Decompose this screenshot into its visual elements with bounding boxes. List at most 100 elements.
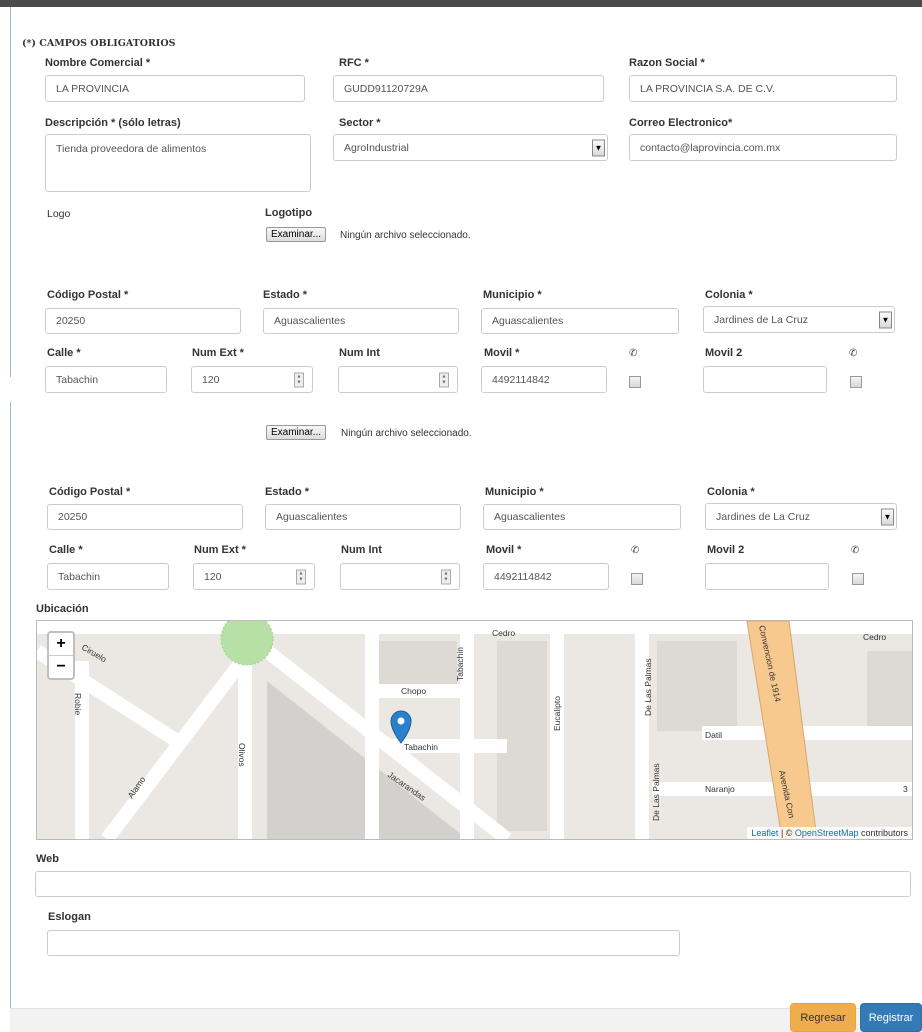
file-status-text: Ningún archivo seleccionado. [341,428,472,439]
map-zoom-control: + − [47,631,75,680]
sector-select[interactable]: AgroIndustrial ▼ [333,134,608,161]
stepper-arrows-icon[interactable]: ▲ ▼ [294,372,304,387]
required-note: (*) CAMPOS OBLIGATORIOS [22,38,176,49]
num-ext-label: Num Ext * [192,347,244,359]
num-int-label: Num Int [341,544,382,556]
colonia-select[interactable]: Jardines de La Cruz ▼ [703,306,895,333]
nombre-comercial-label: Nombre Comercial * [45,57,151,69]
num-ext-label: Num Ext * [194,544,246,556]
street-label: 3 [903,784,908,794]
whatsapp-icon: ✆ [629,348,638,359]
eslogan-input[interactable] [47,930,680,956]
map-tiles: Cedro Cedro Ciruelo Robie Chopo Tabachin… [37,621,912,839]
municipio-input[interactable]: Aguascalientes [483,504,681,530]
street-label: Datil [705,730,722,740]
descripcion-textarea[interactable]: Tienda proveedora de alimentos [45,134,311,192]
movil2-whatsapp-checkbox[interactable] [852,573,864,585]
correo-input[interactable]: contacto@laprovincia.com.mx [629,134,897,161]
num-int-stepper[interactable]: ▲ ▼ [338,366,458,393]
municipio-label: Municipio * [485,486,544,498]
zoom-out-button[interactable]: − [49,656,73,678]
estado-input[interactable]: Aguascalientes [263,308,459,334]
eslogan-label: Eslogan [48,911,91,923]
codigo-postal-input[interactable]: 20250 [47,504,243,530]
movil-whatsapp-checkbox[interactable] [631,573,643,585]
file-browse-button[interactable]: Examinar... [266,425,327,440]
ubicacion-label: Ubicación [36,603,89,615]
stepper-arrows-icon[interactable]: ▲ ▼ [439,372,449,387]
colonia-select[interactable]: Jardines de La Cruz ▼ [705,503,897,530]
calle-label: Calle * [49,544,83,556]
web-input[interactable] [35,871,911,897]
calle-input[interactable]: Tabachin [47,563,169,590]
whatsapp-icon: ✆ [631,545,640,556]
num-int-stepper[interactable]: ▲ ▼ [340,563,460,590]
leaflet-link[interactable]: Leaflet [751,828,778,838]
codigo-postal-label: Código Postal * [47,289,129,301]
file-status-text: Ningún archivo seleccionado. [340,230,471,241]
street-label: Eucalipto [552,696,562,731]
codigo-postal-label: Código Postal * [49,486,131,498]
movil2-label: Movil 2 [707,544,745,556]
map-attribution: Leaflet | © OpenStreetMap contributors [747,827,912,839]
street-label: Cedro [492,628,515,638]
street-label: Chopo [401,686,426,696]
form-footer [10,1008,922,1032]
sector-select-value: AgroIndustrial [344,141,409,154]
screenshot-seam [0,393,922,402]
colonia-select-value: Jardines de La Cruz [716,510,810,523]
street-label: De Las Palmas [643,658,653,716]
num-ext-value: 120 [202,373,220,386]
movil2-input[interactable] [705,563,829,590]
street-label: De Las Palmas [651,763,661,821]
rfc-input[interactable]: GUDD91120729A [333,75,604,102]
movil-input[interactable]: 4492114842 [481,366,607,393]
movil-label: Movil * [484,347,520,359]
municipio-label: Municipio * [483,289,542,301]
colonia-select-value: Jardines de La Cruz [714,313,808,326]
movil2-label: Movil 2 [705,347,743,359]
correo-label: Correo Electronico* [629,117,733,129]
street-label: Olivos [237,743,247,767]
street-label: Naranjo [705,784,735,794]
osm-link[interactable]: OpenStreetMap [795,828,859,838]
street-label: Tabachin [404,742,438,752]
codigo-postal-input[interactable]: 20250 [45,308,241,334]
chevron-down-icon: ▼ [881,508,894,525]
chevron-down-icon: ▼ [592,139,605,156]
registrar-button[interactable]: Registrar [860,1003,922,1032]
municipio-input[interactable]: Aguascalientes [481,308,679,334]
rfc-label: RFC * [339,57,369,69]
street-label: Tabachin [455,647,465,681]
calle-input[interactable]: Tabachin [45,366,167,393]
street-label: Cedro [863,632,886,642]
file-browse-button[interactable]: Examinar... [266,227,327,242]
attribution-contributors: contributors [858,828,908,838]
estado-input[interactable]: Aguascalientes [265,504,461,530]
stepper-arrows-icon[interactable]: ▲ ▼ [441,569,451,584]
logo-label: Logo [47,208,71,220]
nombre-comercial-input[interactable]: LA PROVINCIA [45,75,305,102]
movil2-whatsapp-checkbox[interactable] [850,376,862,388]
logotipo-label: Logotipo [265,207,313,219]
zoom-in-button[interactable]: + [49,633,73,656]
panel-border [10,402,11,1031]
top-bar [0,0,922,7]
colonia-label: Colonia * [707,486,755,498]
movil-whatsapp-checkbox[interactable] [629,376,641,388]
razon-social-input[interactable]: LA PROVINCIA S.A. DE C.V. [629,75,897,102]
movil2-input[interactable] [703,366,827,393]
num-ext-stepper[interactable]: 120 ▲ ▼ [193,563,315,590]
num-ext-value: 120 [204,570,222,583]
whatsapp-icon: ✆ [849,348,858,359]
num-ext-stepper[interactable]: 120 ▲ ▼ [191,366,313,393]
movil-input[interactable]: 4492114842 [483,563,609,590]
estado-label: Estado * [263,289,308,301]
stepper-arrows-icon[interactable]: ▲ ▼ [296,569,306,584]
regresar-button[interactable]: Regresar [790,1003,856,1032]
descripcion-label: Descripción * (sólo letras) [45,117,181,129]
movil-label: Movil * [486,544,522,556]
location-map[interactable]: Cedro Cedro Ciruelo Robie Chopo Tabachin… [36,620,913,840]
num-int-label: Num Int [339,347,380,359]
razon-social-label: Razon Social * [629,57,705,69]
